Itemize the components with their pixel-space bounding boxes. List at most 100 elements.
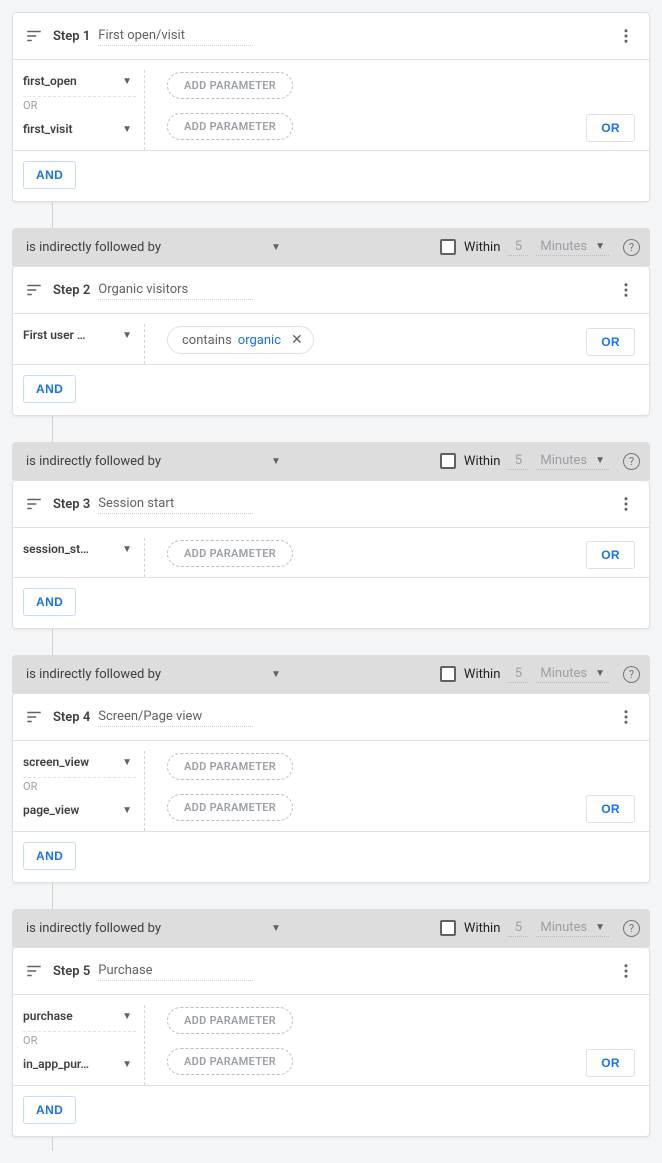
step-name-input[interactable]: Screen/Page view bbox=[98, 707, 253, 727]
help-icon[interactable]: ? bbox=[623, 666, 640, 683]
add-parameter-button[interactable]: ADD PARAMETER bbox=[167, 113, 293, 140]
step-number-label: Step 2 bbox=[53, 283, 90, 298]
step-name-input[interactable]: Purchase bbox=[98, 961, 253, 981]
and-row: AND bbox=[13, 1085, 649, 1136]
follow-bar: is indirectly followed by▼ Within 5 Minutes… bbox=[12, 228, 650, 266]
add-parameter-button[interactable]: ADD PARAMETER bbox=[167, 1007, 293, 1034]
event-column: session_st… ▼ bbox=[23, 538, 145, 577]
or-button[interactable]: OR bbox=[586, 328, 635, 356]
event-select[interactable]: purchase▼ bbox=[23, 1005, 136, 1029]
help-icon[interactable]: ? bbox=[623, 239, 640, 256]
within-unit-select[interactable]: Minutes▼ bbox=[536, 919, 609, 937]
or-button[interactable]: OR bbox=[586, 541, 635, 569]
or-column: OR bbox=[586, 751, 635, 831]
within-checkbox[interactable] bbox=[440, 666, 456, 682]
follow-type-label: is indirectly followed by bbox=[26, 454, 161, 469]
within-checkbox[interactable] bbox=[440, 453, 456, 469]
step-name-input[interactable]: First open/visit bbox=[98, 26, 253, 46]
step-card: Step 1First open/visit first_open▼ORfirs… bbox=[12, 12, 650, 202]
follow-type-select[interactable]: is indirectly followed by▼ bbox=[26, 667, 281, 682]
within-unit-label: Minutes bbox=[540, 453, 587, 468]
within-value[interactable]: 5 bbox=[508, 919, 528, 937]
step-name-text: Session start bbox=[98, 496, 174, 511]
sort-icon[interactable] bbox=[25, 27, 43, 45]
follow-type-select[interactable]: is indirectly followed by▼ bbox=[26, 240, 281, 255]
parameter-column: ADD PARAMETER ADD PARAMETER bbox=[145, 751, 586, 831]
within-unit-select[interactable]: Minutes▼ bbox=[536, 238, 609, 256]
vertical-connector bbox=[52, 202, 53, 228]
and-button[interactable]: AND bbox=[23, 375, 76, 403]
within-unit-label: Minutes bbox=[540, 920, 587, 935]
follow-bar: is indirectly followed by▼Within5Minutes… bbox=[12, 655, 650, 693]
within-value[interactable]: 5 bbox=[508, 238, 528, 256]
caret-down-icon: ▼ bbox=[122, 757, 136, 768]
or-button[interactable]: OR bbox=[586, 795, 635, 823]
sort-icon[interactable] bbox=[25, 495, 43, 513]
event-select[interactable]: page_view▼ bbox=[23, 799, 136, 823]
caret-down-icon: ▼ bbox=[122, 544, 136, 555]
sort-icon[interactable] bbox=[25, 962, 43, 980]
step-card: Step 3Session start session_st…▼ADD PARA… bbox=[12, 480, 650, 629]
event-column: first_open▼ORfirst_visit▼ bbox=[23, 70, 145, 150]
and-row: AND bbox=[13, 831, 649, 882]
within-label: Within bbox=[464, 921, 500, 936]
sort-icon[interactable] bbox=[25, 708, 43, 726]
step-name-input[interactable]: Organic visitors bbox=[98, 280, 253, 300]
step-number-label: Step 5 bbox=[53, 964, 90, 979]
chip-remove-icon[interactable]: ✕ bbox=[287, 332, 303, 348]
step-menu-button[interactable] bbox=[611, 702, 641, 732]
parameter-column: ADD PARAMETER ADD PARAMETER bbox=[145, 1005, 586, 1085]
event-column: purchase▼ORin_app_pur…▼ bbox=[23, 1005, 145, 1085]
vertical-connector bbox=[52, 883, 53, 909]
follow-type-select[interactable]: is indirectly followed by▼ bbox=[26, 921, 281, 936]
parameter-column: ADD PARAMETER ADD PARAMETER bbox=[145, 70, 586, 150]
step-menu-button[interactable] bbox=[611, 275, 641, 305]
or-separator: OR bbox=[23, 96, 136, 118]
event-select[interactable]: in_app_pur…▼ bbox=[23, 1053, 136, 1077]
sort-icon[interactable] bbox=[25, 281, 43, 299]
step-name-input[interactable]: Session start bbox=[98, 494, 253, 514]
parameter-column: ADD PARAMETER bbox=[145, 538, 586, 577]
event-name: session_st… bbox=[23, 542, 103, 556]
within-checkbox[interactable] bbox=[440, 920, 456, 936]
parameter-chip[interactable]: contains organic✕ bbox=[167, 326, 314, 354]
add-parameter-button[interactable]: ADD PARAMETER bbox=[167, 1048, 293, 1075]
within-unit-select[interactable]: Minutes▼ bbox=[536, 452, 609, 470]
within-value[interactable]: 5 bbox=[508, 452, 528, 470]
step-menu-button[interactable] bbox=[611, 21, 641, 51]
and-button[interactable]: AND bbox=[23, 588, 76, 616]
add-parameter-button[interactable]: ADD PARAMETER bbox=[167, 794, 293, 821]
step-menu-button[interactable] bbox=[611, 956, 641, 986]
event-select[interactable]: First user …▼ bbox=[23, 324, 136, 348]
help-icon[interactable]: ? bbox=[623, 453, 640, 470]
or-column: OR bbox=[586, 538, 635, 577]
add-parameter-button[interactable]: ADD PARAMETER bbox=[167, 72, 293, 99]
help-icon[interactable]: ? bbox=[623, 920, 640, 937]
within-label: Within bbox=[464, 240, 500, 255]
and-button[interactable]: AND bbox=[23, 1096, 76, 1124]
conditions: screen_view▼ORpage_view▼ADD PARAMETERADD… bbox=[13, 740, 649, 831]
and-button[interactable]: AND bbox=[23, 161, 76, 189]
chip-operator: contains bbox=[182, 333, 232, 348]
within-value[interactable]: 5 bbox=[508, 665, 528, 683]
add-parameter-button[interactable]: ADD PARAMETER bbox=[167, 540, 293, 567]
within-unit-select[interactable]: Minutes▼ bbox=[536, 665, 609, 683]
or-separator: OR bbox=[23, 777, 136, 799]
event-select[interactable]: screen_view▼ bbox=[23, 751, 136, 775]
add-parameter-button[interactable]: ADD PARAMETER bbox=[167, 753, 293, 780]
step-name-text: Organic visitors bbox=[98, 282, 188, 297]
step-menu-button[interactable] bbox=[611, 489, 641, 519]
event-select[interactable]: first_visit▼ bbox=[23, 118, 136, 142]
or-button[interactable]: OR bbox=[586, 1049, 635, 1077]
and-row: AND bbox=[13, 150, 649, 201]
within-checkbox[interactable] bbox=[440, 239, 456, 255]
and-row: AND bbox=[13, 577, 649, 628]
or-button[interactable]: OR bbox=[586, 114, 635, 142]
step-header: Step 1First open/visit bbox=[13, 13, 649, 59]
follow-type-select[interactable]: is indirectly followed by▼ bbox=[26, 454, 281, 469]
event-select[interactable]: first_open▼ bbox=[23, 70, 136, 94]
event-column: screen_view▼ORpage_view▼ bbox=[23, 751, 145, 831]
and-button[interactable]: AND bbox=[23, 842, 76, 870]
step-name-text: Screen/Page view bbox=[98, 709, 202, 724]
event-select[interactable]: session_st… ▼ bbox=[23, 538, 136, 562]
